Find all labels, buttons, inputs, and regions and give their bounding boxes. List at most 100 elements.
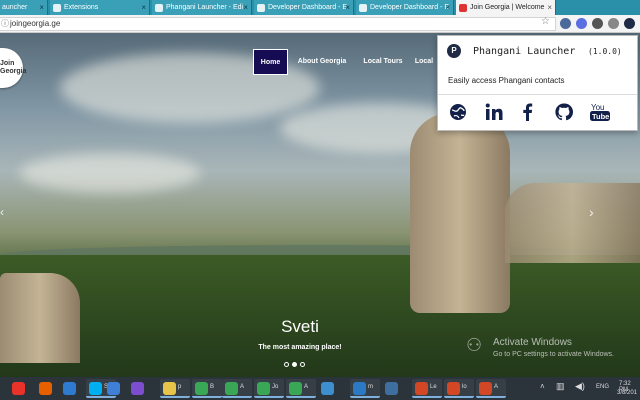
close-icon[interactable]: × [547, 0, 552, 15]
popup-description: Easily access Phangani contacts [448, 76, 565, 85]
taskbar-app-2[interactable] [36, 379, 56, 398]
tab-label: Extensions [64, 4, 99, 11]
taskbar-app-15[interactable]: Le [412, 379, 442, 398]
extension-icon-4[interactable] [608, 18, 619, 29]
tab-launcher[interactable]: auncher × [0, 0, 48, 15]
taskbar-app-7[interactable]: p [160, 379, 190, 398]
close-icon[interactable]: × [243, 0, 248, 15]
forest [0, 255, 640, 377]
windows-activation-icon: ⚇ [466, 335, 483, 355]
app-icon [385, 382, 398, 395]
taskbar-app-13[interactable]: m [350, 379, 380, 398]
facebook-icon[interactable] [518, 102, 538, 122]
slide-title: Sveti [281, 317, 319, 336]
app-icon [225, 382, 238, 395]
address-bar[interactable]: ⓘ joingeorgia.ge [0, 17, 556, 31]
app-label: Le [430, 384, 437, 390]
taskbar-app-9[interactable]: A [222, 379, 252, 398]
carousel-dot-2[interactable] [292, 362, 297, 367]
taskbar-app-16[interactable]: lo [444, 379, 474, 398]
extension-icon-1[interactable] [560, 18, 571, 29]
page-icon [155, 4, 163, 12]
nav-local[interactable]: Local [412, 49, 436, 75]
close-icon[interactable]: × [141, 0, 146, 15]
app-icon [89, 382, 102, 395]
page-icon [257, 4, 265, 12]
carousel-next-icon[interactable]: › [589, 204, 594, 220]
tab-label: Join Georgia | Welcome [470, 4, 545, 11]
tab-label: Developer Dashboard - E [268, 4, 347, 11]
volume-icon[interactable]: ◀) [575, 381, 585, 392]
cliff-left [0, 273, 80, 363]
tab-label: Phangani Launcher - Edi [166, 4, 244, 11]
taskbar-app-10[interactable]: Jo [254, 379, 284, 398]
app-icon [415, 382, 428, 395]
info-icon: ⓘ [1, 19, 9, 28]
clock-date[interactable]: 3/8/201 [617, 390, 637, 396]
close-icon[interactable]: × [345, 0, 350, 15]
carousel-prev-icon[interactable]: ‹ [0, 205, 4, 219]
close-icon[interactable]: × [445, 0, 450, 15]
app-icon [447, 382, 460, 395]
logo-text: Join Georgia [0, 60, 27, 75]
youtube-icon[interactable]: You Tube [588, 102, 612, 122]
taskbar-app-1[interactable] [9, 379, 29, 398]
app-icon [479, 382, 492, 395]
taskbar-app-11[interactable]: A [286, 379, 316, 398]
popup-title: Phangani Launcher [473, 46, 576, 57]
nav-home[interactable]: Home [253, 49, 288, 75]
site-favicon-icon [459, 4, 467, 12]
nav-local-tours[interactable]: Local Tours [357, 49, 409, 75]
tray-up-arrow-icon[interactable]: ˄ [540, 382, 545, 391]
browser-tab-strip: auncher × Extensions × Phangani Launcher… [0, 0, 640, 15]
taskbar-app-17[interactable]: A [476, 379, 506, 398]
carousel-dot-1[interactable] [284, 362, 289, 367]
tab-label: auncher [2, 4, 28, 11]
page-icon [359, 4, 367, 12]
app-label: m [368, 384, 373, 390]
taskbar-app-12[interactable] [318, 379, 338, 398]
linkedin-icon[interactable] [484, 102, 504, 122]
app-icon [321, 382, 334, 395]
app-icon [107, 382, 120, 395]
network-icon[interactable]: ▥ [556, 381, 565, 392]
tab-extensions[interactable]: Extensions × [50, 0, 150, 15]
tab-join-georgia[interactable]: Join Georgia | Welcome × [456, 0, 556, 15]
tab-developer-dashboard[interactable]: Developer Dashboard - E × [254, 0, 354, 15]
app-icon [63, 382, 76, 395]
extension-icon-2[interactable] [576, 18, 587, 29]
url-text: joingeorgia.ge [10, 19, 61, 28]
app-label: B [210, 384, 215, 390]
phangani-extension-icon[interactable] [624, 18, 635, 29]
taskbar-app-3[interactable] [60, 379, 80, 398]
language-indicator[interactable]: ENG [596, 384, 609, 390]
svg-text:Tube: Tube [592, 112, 609, 121]
carousel-dot-3[interactable] [300, 362, 305, 367]
github-icon[interactable] [554, 102, 574, 122]
bookmark-star-icon[interactable]: ☆ [541, 16, 550, 27]
nav-about-georgia[interactable]: About Georgia [291, 49, 353, 75]
taskbar-app-8[interactable]: B [192, 379, 222, 398]
tab-phangani-edit[interactable]: Phangani Launcher - Edi × [152, 0, 252, 15]
app-label: A [304, 384, 309, 390]
taskbar-app-14[interactable] [382, 379, 402, 398]
close-icon[interactable]: × [39, 0, 44, 15]
app-label: A [494, 384, 499, 390]
tab-developer-dashboard-2[interactable]: Developer Dashboard - E × [356, 0, 454, 15]
divider [438, 94, 637, 95]
taskbar-app-6[interactable] [128, 379, 148, 398]
phangani-popup: P Phangani Launcher (1.0.0) Easily acces… [437, 35, 638, 131]
app-icon [353, 382, 366, 395]
app-label: A [240, 384, 245, 390]
slide-subtitle: The most amazing place! [258, 344, 342, 351]
app-label: Jo [272, 384, 279, 390]
cliff-right [505, 183, 640, 263]
app-icon [257, 382, 270, 395]
app-icon [39, 382, 52, 395]
extension-icon-3[interactable] [592, 18, 603, 29]
taskbar-app-5[interactable] [104, 379, 124, 398]
watermark-subtitle: Go to PC settings to activate Windows. [493, 351, 614, 358]
popup-version: (1.0.0) [588, 47, 622, 56]
app-icon [163, 382, 176, 395]
globe-icon[interactable] [448, 102, 468, 122]
